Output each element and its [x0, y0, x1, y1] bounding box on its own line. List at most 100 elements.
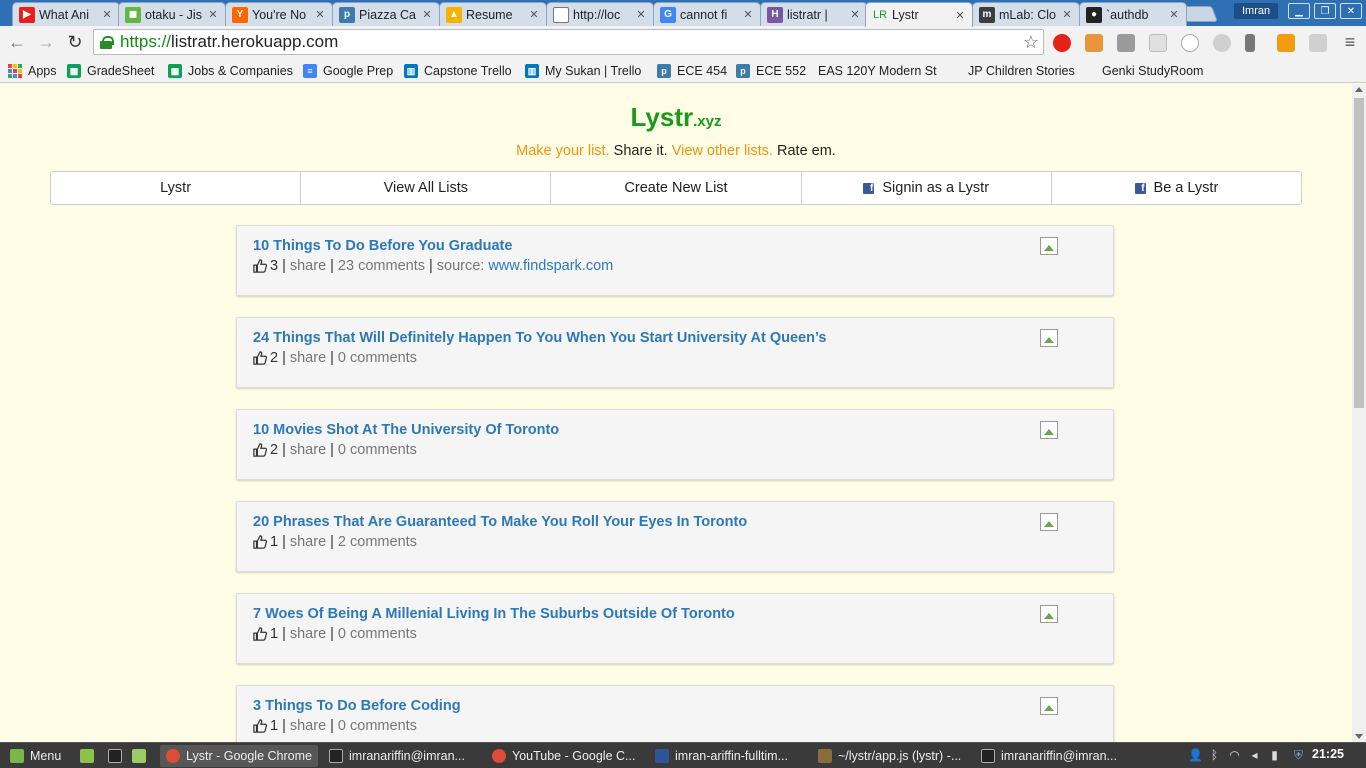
taskbar-window-button[interactable]: imran-ariffin-fulltim...	[649, 745, 807, 767]
clock[interactable]: 21:25	[1312, 747, 1344, 761]
address-bar[interactable]: https:// listratr.herokuapp.com ☆	[93, 29, 1044, 55]
terminal-launcher[interactable]	[102, 745, 128, 767]
browser-tab[interactable]: ▲ Resume ✕	[439, 2, 547, 26]
extension-icon[interactable]	[1181, 34, 1199, 52]
tab-close-icon[interactable]: ✕	[849, 8, 861, 21]
bookmark-item[interactable]: ▥ My Sukan | Trello	[525, 62, 641, 80]
share-link[interactable]: share	[290, 626, 326, 642]
nav-item[interactable]: Lystr	[50, 171, 302, 205]
extension-icon[interactable]	[1149, 34, 1167, 52]
comments-link[interactable]: 23 comments	[338, 258, 425, 274]
browser-tab[interactable]: Y You're No ✕	[225, 2, 333, 26]
browser-tab[interactable]: m mLab: Clo ✕	[972, 2, 1080, 26]
share-link[interactable]: share	[290, 718, 326, 734]
reload-icon[interactable]: ↻	[65, 32, 85, 52]
tab-close-icon[interactable]: ✕	[1061, 8, 1073, 21]
extension-icon[interactable]	[1117, 34, 1135, 52]
shield-icon[interactable]: ⛨	[1292, 749, 1305, 762]
browser-tab[interactable]: Hlistratr | ✕	[760, 2, 868, 26]
nav-item[interactable]: f Be a Lystr	[1050, 171, 1303, 205]
restore-window-button[interactable]: ❐	[1314, 3, 1336, 19]
bookmark-item[interactable]: Apps	[8, 62, 57, 80]
comments-link[interactable]: 0 comments	[338, 626, 417, 642]
browser-tab[interactable]: http://loc ✕	[546, 2, 654, 26]
thumbs-up-icon[interactable]	[253, 351, 268, 365]
scrollbar-thumb[interactable]	[1354, 98, 1364, 408]
extension-icon[interactable]	[1245, 34, 1255, 52]
user-icon[interactable]: 👤	[1188, 749, 1203, 762]
minimize-window-button[interactable]: ▁	[1288, 3, 1310, 19]
back-arrow-icon[interactable]: ←	[7, 32, 27, 52]
thumbs-up-icon[interactable]	[253, 259, 268, 273]
share-link[interactable]: share	[290, 442, 326, 458]
list-title-link[interactable]: 10 Things To Do Before You Graduate	[253, 238, 512, 254]
volume-icon[interactable]: ◂	[1248, 749, 1261, 762]
profile-button[interactable]: Imran	[1234, 3, 1279, 19]
tab-close-icon[interactable]: ✕	[742, 8, 754, 21]
tab-close-icon[interactable]: ✕	[101, 8, 113, 21]
share-link[interactable]: share	[290, 258, 326, 274]
extension-icon[interactable]	[1309, 34, 1327, 52]
browser-tab[interactable]: p Piazza Ca ✕	[332, 2, 440, 26]
thumbs-up-icon[interactable]	[253, 535, 268, 549]
extension-icon[interactable]	[1277, 34, 1295, 52]
thumbs-up-icon[interactable]	[253, 627, 268, 641]
bookmark-item[interactable]: ≡ Google Prep	[303, 62, 393, 80]
bookmark-item[interactable]: ▥ Capstone Trello	[404, 62, 512, 80]
bookmark-star-icon[interactable]: ☆	[1023, 32, 1039, 53]
browser-tab[interactable]: ● `authdb ✕	[1079, 2, 1187, 26]
bookmark-item[interactable]: JP Children Stories	[968, 62, 1075, 160]
tab-close-icon[interactable]: ✕	[954, 9, 966, 22]
nav-item[interactable]: View All Lists	[300, 171, 552, 205]
bookmark-item[interactable]: Genki StudyRoom	[1102, 62, 1203, 160]
chrome-menu-icon[interactable]: ≡	[1340, 32, 1360, 52]
tab-close-icon[interactable]: ✕	[421, 8, 433, 21]
comments-link[interactable]: 0 comments	[338, 442, 417, 458]
browser-tab[interactable]: Gcannot fi ✕	[653, 2, 761, 26]
tab-close-icon[interactable]: ✕	[1168, 8, 1180, 21]
tab-close-icon[interactable]: ✕	[635, 8, 647, 21]
tab-close-icon[interactable]: ✕	[528, 8, 540, 21]
taskbar-window-button[interactable]: YouTube - Google C...	[486, 745, 644, 767]
taskbar-window-button[interactable]: Lystr - Google Chrome	[160, 745, 318, 767]
bookmark-item[interactable]: EAS 120Y Modern St	[818, 62, 937, 160]
forward-arrow-icon[interactable]: →	[36, 32, 56, 52]
thumbs-up-icon[interactable]	[253, 443, 268, 457]
browser-tab[interactable]: ◼ otaku - Jis ✕	[118, 2, 226, 26]
taskbar-window-button[interactable]: imranariffin@imran...	[323, 745, 481, 767]
close-window-button[interactable]: ✕	[1340, 3, 1362, 19]
share-link[interactable]: share	[290, 350, 326, 366]
list-title-link[interactable]: 24 Things That Will Definitely Happen To…	[253, 330, 827, 346]
list-title-link[interactable]: 20 Phrases That Are Guaranteed To Make Y…	[253, 514, 747, 530]
adblock-extension-icon[interactable]	[1053, 34, 1071, 52]
list-title-link[interactable]: 7 Woes Of Being A Millenial Living In Th…	[253, 606, 735, 622]
site-brand[interactable]: Lystr.xyz	[0, 102, 1352, 133]
wifi-icon[interactable]: ◠	[1228, 749, 1241, 762]
comments-link[interactable]: 0 comments	[338, 350, 417, 366]
taskbar-window-button[interactable]: ~/lystr/app.js (lystr) -...	[812, 745, 970, 767]
list-title-link[interactable]: 10 Movies Shot At The University Of Toro…	[253, 422, 559, 438]
show-desktop-button[interactable]	[74, 745, 100, 767]
nav-item[interactable]: f Signin as a Lystr	[800, 171, 1052, 205]
files-launcher[interactable]	[126, 745, 152, 767]
share-link[interactable]: share	[290, 534, 326, 550]
comments-link[interactable]: 2 comments	[338, 534, 417, 550]
bluetooth-icon[interactable]: ᛒ	[1208, 749, 1221, 762]
make-list-link[interactable]: Make your list.	[516, 143, 609, 159]
view-lists-link[interactable]: View other lists.	[672, 143, 773, 159]
bookmark-item[interactable]: ▦ Jobs & Companies	[168, 62, 293, 80]
scroll-up-arrow-icon[interactable]	[1355, 87, 1363, 92]
page-scrollbar[interactable]	[1352, 84, 1366, 742]
extension-icon[interactable]	[1085, 34, 1103, 52]
extension-icon[interactable]	[1213, 34, 1231, 52]
browser-tab[interactable]: LR Lystr ✕	[865, 2, 973, 27]
taskbar-window-button[interactable]: imranariffin@imran...	[975, 745, 1125, 767]
battery-icon[interactable]: ▮	[1268, 749, 1281, 762]
comments-link[interactable]: 0 comments	[338, 718, 417, 734]
bookmark-item[interactable]: p ECE 552	[736, 62, 806, 80]
scroll-down-arrow-icon[interactable]	[1355, 734, 1363, 739]
source-link[interactable]: www.findspark.com	[488, 258, 613, 274]
tab-close-icon[interactable]: ✕	[207, 8, 219, 21]
thumbs-up-icon[interactable]	[253, 719, 268, 733]
tab-close-icon[interactable]: ✕	[314, 8, 326, 21]
